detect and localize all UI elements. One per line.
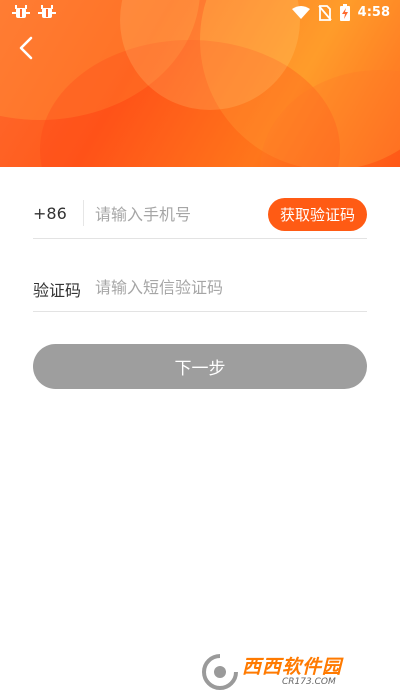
status-bar: 4:58 [0, 0, 400, 26]
chevron-left-icon [18, 36, 34, 64]
get-code-button[interactable]: 获取验证码 [267, 198, 367, 231]
status-right: 4:58 [291, 4, 390, 21]
watermark-subtext: CR173.COM [282, 677, 336, 687]
login-form: +86 获取验证码 验证码 [33, 192, 367, 312]
bug-icon [38, 4, 56, 20]
divider [83, 200, 84, 226]
bug-icon [12, 4, 30, 20]
back-button[interactable] [12, 36, 40, 64]
wifi-icon [291, 5, 310, 20]
code-row: 验证码 [33, 265, 367, 312]
phone-row: +86 获取验证码 [33, 192, 367, 239]
sms-code-input[interactable] [95, 271, 355, 303]
watermark-logo: 西西软件园 CR173.COM [200, 652, 390, 692]
status-time: 4:58 [357, 5, 390, 20]
header-banner: 4:58 [0, 0, 400, 167]
battery-charging-icon [339, 4, 350, 21]
watermark-text: 西西软件园 [242, 656, 343, 678]
phone-input[interactable] [95, 198, 255, 230]
country-code[interactable]: +86 [33, 204, 67, 223]
watermark-icon [202, 653, 239, 690]
code-label: 验证码 [33, 281, 82, 300]
no-sim-icon [317, 4, 332, 21]
status-left [12, 4, 56, 20]
next-step-button[interactable]: 下一步 [33, 344, 367, 389]
